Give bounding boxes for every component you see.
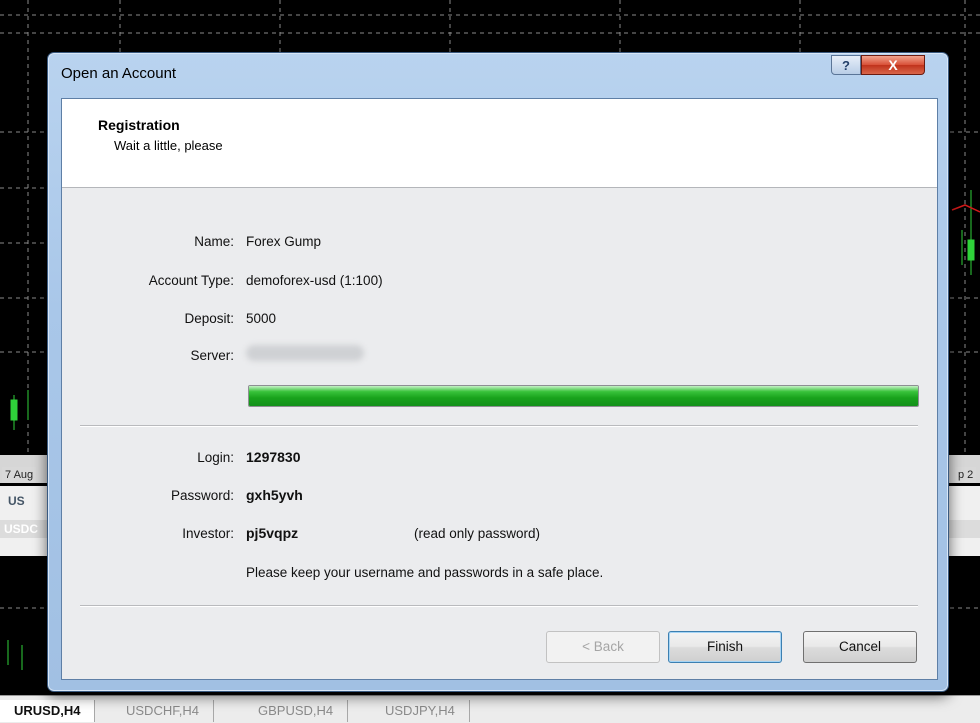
chart-tab-bar: URUSD,H4 USDCHF,H4 GBPUSD,H4 USDJPY,H4 [0, 695, 980, 723]
close-icon: X [888, 57, 898, 73]
investor-note: (read only password) [414, 526, 541, 541]
deposit-label: Deposit: [184, 311, 234, 326]
safe-keeping-note: Please keep your username and passwords … [246, 565, 604, 580]
date-label-right: p 2 [955, 467, 977, 483]
wizard-step-subtitle: Wait a little, please [114, 138, 223, 153]
registration-progress-bar [248, 385, 919, 407]
chart-tab-usdjpy[interactable]: USDJPY,H4 [371, 700, 470, 722]
help-icon: ? [842, 58, 850, 73]
side-symbol-label: USDC [4, 522, 39, 536]
candles-right [961, 190, 975, 275]
dialog-content: Registration Wait a little, please Name:… [61, 98, 938, 680]
name-label: Name: [194, 234, 234, 249]
account-type-value: demoforex-usd (1:100) [246, 273, 383, 288]
chart-tab-gbpusd[interactable]: GBPUSD,H4 [244, 700, 349, 722]
investor-label: Investor: [182, 526, 234, 541]
progress-fill [249, 386, 918, 406]
chart-tab-eurusd[interactable]: URUSD,H4 [0, 700, 96, 722]
finish-button[interactable]: Finish [668, 631, 782, 663]
name-value: Forex Gump [246, 234, 322, 249]
login-label: Login: [197, 450, 234, 465]
dialog-title-bar[interactable]: Open an Account ? X [48, 53, 948, 93]
chart-tab-usdchf[interactable]: USDCHF,H4 [112, 700, 214, 722]
wizard-step-title: Registration [98, 117, 180, 133]
cancel-button[interactable]: Cancel [803, 631, 917, 663]
open-account-dialog: Open an Account ? X Registration Wait a … [47, 52, 949, 692]
separator [80, 425, 918, 427]
investor-value: pj5vqpz [246, 525, 299, 541]
login-value: 1297830 [246, 449, 301, 465]
server-value-redacted [246, 345, 364, 361]
footer-separator [80, 605, 918, 607]
help-button[interactable]: ? [831, 55, 861, 75]
password-label: Password: [170, 488, 234, 503]
side-tab-label[interactable]: US [8, 494, 25, 508]
dialog-title: Open an Account [61, 65, 177, 82]
password-value: gxh5yvh [246, 487, 303, 503]
server-label: Server: [190, 348, 234, 363]
wizard-header: Registration Wait a little, please [62, 99, 937, 188]
deposit-value: 5000 [246, 311, 277, 326]
back-button[interactable]: < Back [546, 631, 660, 663]
date-label-left: 7 Aug [2, 467, 37, 483]
account-type-label: Account Type: [148, 273, 234, 288]
close-button[interactable]: X [861, 55, 925, 75]
